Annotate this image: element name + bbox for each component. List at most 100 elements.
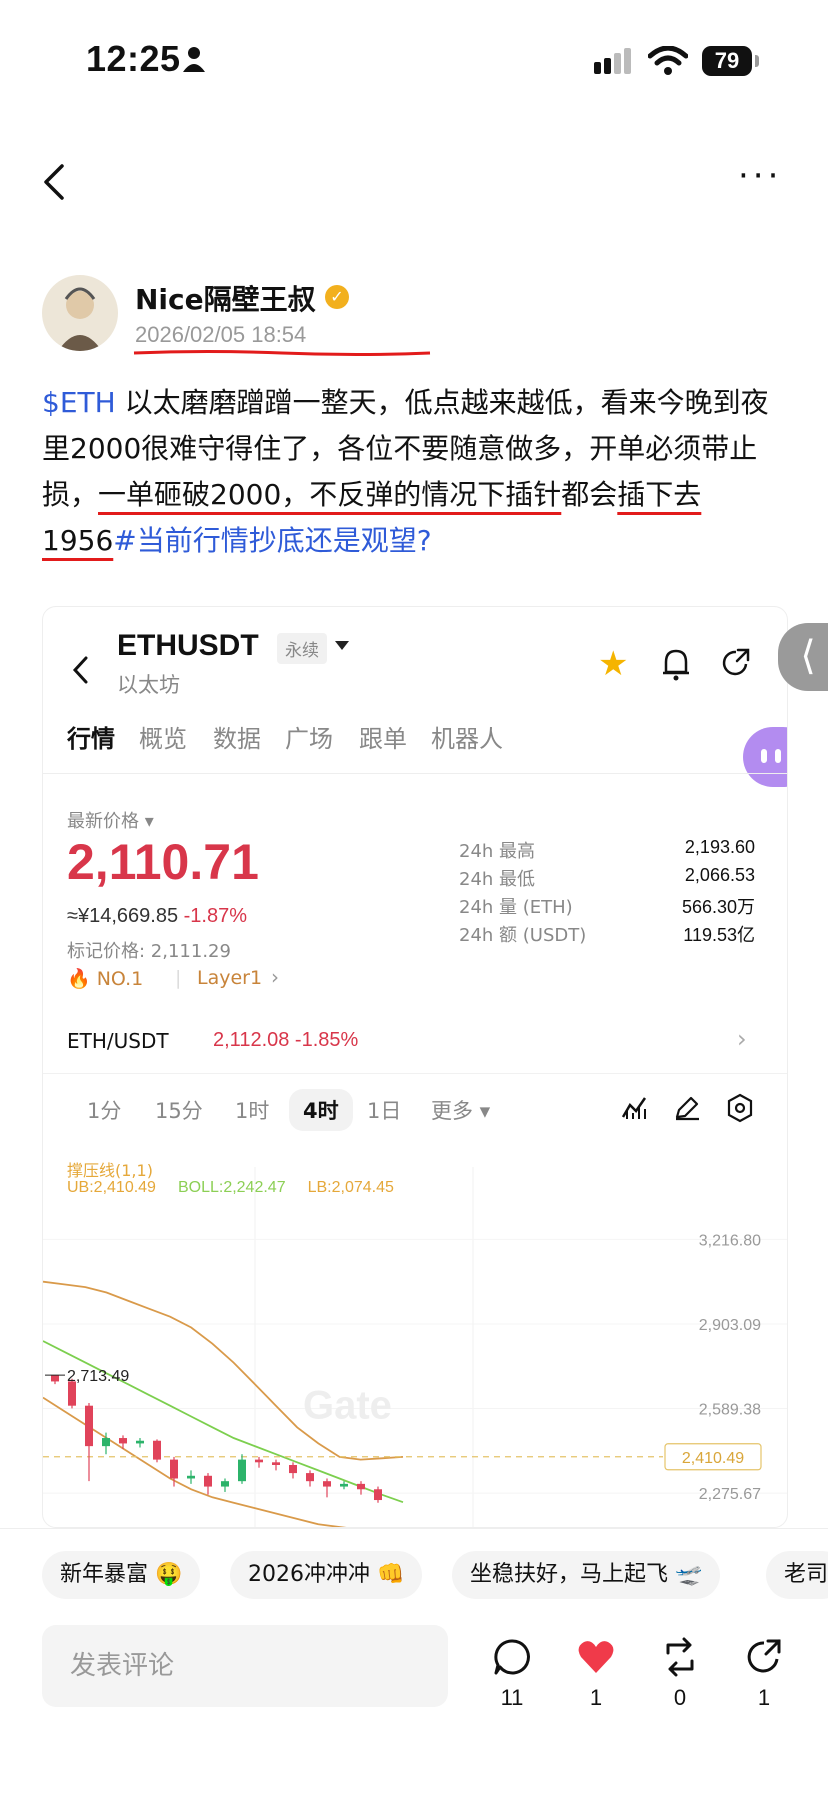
share-button[interactable]: 1 [734,1637,794,1711]
y-tick-label: 2,903.09 [699,1317,761,1334]
candlestick-chart: 3,216.80 2,903.09 2,589.38 2,275.67 Gate 2,41… [43,1167,787,1527]
verified-badge-icon: ✓ [325,285,349,309]
stat-value-volume: 566.30万 [681,897,755,917]
candle-body [238,1459,246,1482]
candle-body [136,1440,144,1444]
repost-count: 0 [673,1685,687,1710]
candle-body [187,1475,195,1479]
candle-body [340,1483,348,1487]
comment-input[interactable]: 发表评论 [42,1625,448,1707]
tab-square: 广场 [285,725,333,753]
y-tick-label: 2,275.67 [699,1486,761,1503]
candle-body [289,1465,297,1474]
post-text-2: 都会 [561,478,618,511]
status-time: 12:25 [86,38,181,79]
layer-tag: Layer1 [197,967,263,989]
back-icon[interactable] [40,160,70,204]
tab-bot: 机器人 [431,725,503,753]
repost-icon [666,1637,694,1677]
tab-overview: 概览 [139,725,187,753]
mark-price: 标记价格: 2,111.29 [67,941,231,962]
caret-down-icon [335,641,349,650]
candle-body [306,1473,314,1482]
stat-value-turnover: 119.53亿 [683,925,755,945]
post-body: $ETH 以太磨磨蹭蹭一整天，低点越来越低，看来今晚到夜里2000很难守得住了，… [42,380,782,564]
timeframe-more: 更多 ▾ [431,1099,491,1123]
timeframe-1d: 1日 [367,1099,402,1123]
latest-price-label: 最新价格 ▾ [67,811,154,832]
bottom-bar: 新年暴富 🤑 2026冲冲冲 👊 坐稳扶好，马上起飞 🛫 老司 发表评论 11 … [0,1528,828,1797]
status-bar: 12:25 79 [0,0,828,120]
cny-value: ≈¥14,669.85 [67,905,179,927]
candle-body [102,1438,110,1447]
quick-reply-chip[interactable]: 新年暴富 🤑 [42,1551,201,1599]
stat-label-high: 24h 最高 [459,841,536,862]
repost-button[interactable]: 0 [650,1637,710,1711]
divider [43,1073,787,1074]
current-price-label: 2,410.49 [682,1450,744,1467]
post-timestamp: 2026/02/05 18:54 [135,322,307,347]
comment-icon [494,1639,530,1675]
avatar-image [58,287,102,351]
candle-body [204,1475,212,1487]
pair-subtitle: 以太坊 [117,673,180,697]
high-marker-label: 2,713.49 [67,1368,129,1385]
coin-tag-link[interactable]: $ETH [42,386,116,419]
star-icon: ★ [598,644,629,684]
embed-back-icon [72,656,88,684]
pencil-icon [675,1096,699,1121]
comment-count: 11 [500,1685,524,1710]
tab-copytrade: 跟单 [359,725,407,753]
candle-body [374,1489,382,1501]
settings-icon [727,1093,753,1123]
battery-tip [755,55,759,67]
post-text-underlined-1: 一单砸破2000，不反弹的情况下插针 [98,478,562,511]
topic-hashtag-link[interactable]: #当前行情抄底还是观望? [113,524,431,557]
rank-badge: 🔥 NO.1 [67,967,143,990]
quick-reply-chip[interactable]: 2026冲冲冲 👊 [230,1551,423,1599]
chevron-right-icon: › [737,1025,747,1053]
bot-face-icon [743,727,787,787]
watermark-text: Gate [303,1384,392,1428]
candle-body [119,1438,127,1444]
candle-body [153,1440,161,1460]
tab-market: 行情 [67,725,115,753]
candle-body [272,1462,280,1465]
battery-indicator: 79 [702,46,752,76]
timeframe-1h: 1时 [235,1099,270,1123]
y-tick-label: 2,589.38 [699,1402,761,1419]
rank-text: NO.1 [96,968,144,990]
perpetual-badge: 永续 [277,633,327,664]
candle-body [357,1483,365,1490]
timeframe-15m: 15分 [155,1099,203,1123]
author-name[interactable]: Nice隔壁王叔 [135,278,316,318]
like-button[interactable]: 1 [566,1637,626,1711]
stat-label-low: 24h 最低 [459,869,536,890]
cny-price: ≈¥14,669.85 -1.87% [67,905,247,928]
bell-icon [663,649,689,681]
candle-body [221,1481,229,1487]
quick-reply-chip[interactable]: 老司 [766,1551,828,1599]
embedded-screenshot[interactable]: ETHUSDT 永续 以太坊 ★ 行情 概览 数据 广场 跟单 机器人 最新价格… [42,606,788,1528]
pair-title: ETHUSDT [117,629,259,662]
spot-pair-value: 2,112.08 -1.85% [213,1029,359,1051]
price-change: -1.87% [183,905,248,927]
avatar[interactable] [42,275,118,351]
chevron-right-icon: › [271,965,279,989]
tab-data: 数据 [213,725,261,753]
like-count: 1 [589,1685,603,1710]
last-price: 2,110.71 [67,834,259,890]
cellular-signal-icon [594,48,631,74]
side-collapse-handle[interactable]: ⟨ [778,623,828,691]
quick-reply-chip[interactable]: 坐稳扶好，马上起飞 🛫 [452,1551,721,1599]
more-options-icon[interactable]: ··· [738,159,782,193]
spot-pair-label: ETH/USDT [67,1029,169,1053]
red-underline-mark [133,350,431,356]
timeframe-1m: 1分 [87,1099,122,1123]
comment-button[interactable]: 11 [482,1637,542,1711]
indicator-icon [621,1097,647,1119]
separator: | [175,967,182,989]
heart-icon [578,1641,614,1673]
candle-body [51,1375,59,1382]
candle-body [323,1481,331,1487]
